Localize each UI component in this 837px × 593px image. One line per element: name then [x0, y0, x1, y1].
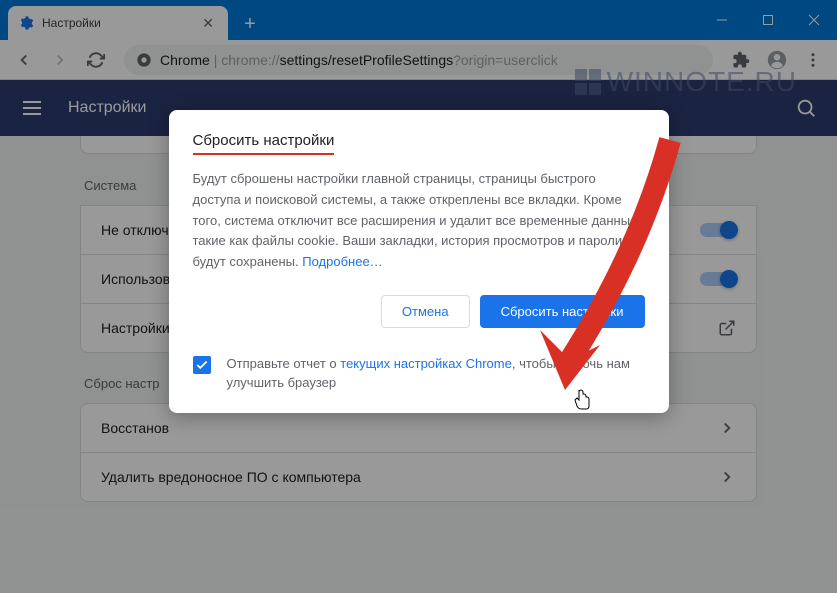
reset-settings-dialog: Сбросить настройки Будут сброшены настро… [169, 110, 669, 413]
learn-more-link[interactable]: Подробнее… [302, 254, 382, 269]
modal-overlay: Сбросить настройки Будут сброшены настро… [0, 0, 837, 593]
dialog-body: Будут сброшены настройки главной страниц… [193, 169, 645, 273]
dialog-actions: Отмена Сбросить настройки [193, 295, 645, 328]
dialog-title: Сбросить настройки [193, 132, 335, 155]
current-settings-link[interactable]: текущих настройках Chrome [340, 356, 512, 371]
report-checkbox[interactable] [193, 356, 211, 374]
reset-button[interactable]: Сбросить настройки [480, 295, 645, 328]
cancel-button[interactable]: Отмена [381, 295, 470, 328]
report-row: Отправьте отчет о текущих настройках Chr… [193, 350, 645, 393]
report-label: Отправьте отчет о текущих настройках Chr… [227, 354, 645, 393]
